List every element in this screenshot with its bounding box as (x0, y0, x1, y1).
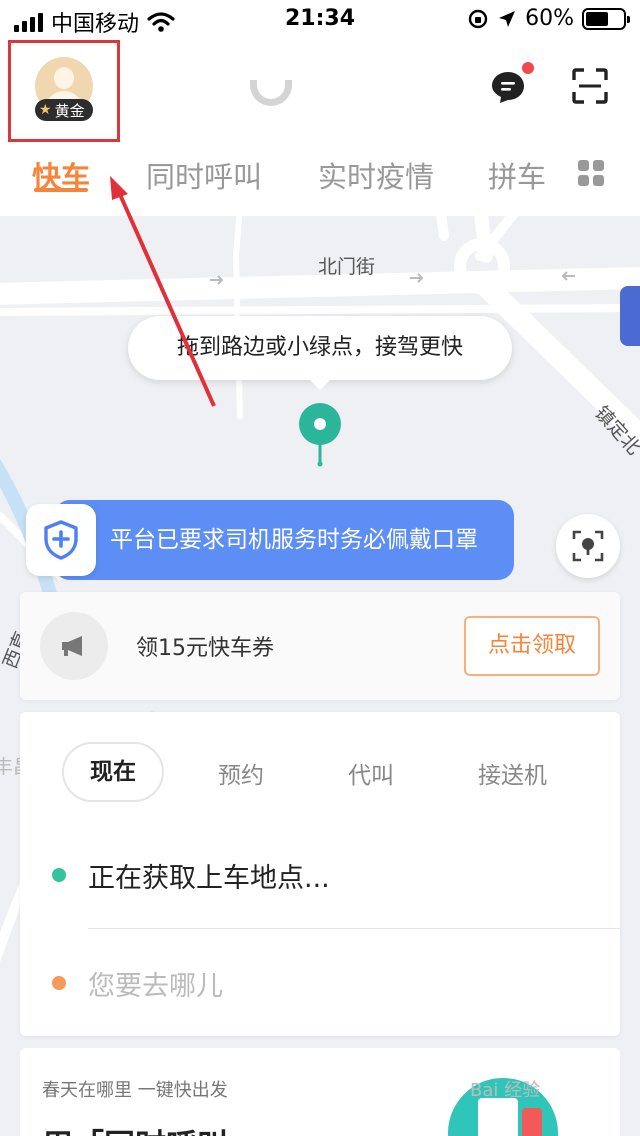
location-arrow-icon (499, 10, 516, 27)
status-bar: 中国移动 21:34 60% (0, 0, 640, 40)
divider (88, 928, 620, 929)
battery-icon (582, 7, 630, 30)
claim-coupon-button[interactable]: 点击领取 (464, 616, 600, 676)
pickup-tooltip: 拖到路边或小绿点，接驾更快 (128, 316, 512, 390)
active-tab-indicator (34, 188, 88, 192)
road-shield-sign (620, 286, 640, 346)
notification-dot (522, 62, 534, 74)
tab-now[interactable]: 现在 (62, 742, 164, 802)
street-label-beimen: 北门街 (318, 256, 376, 278)
battery-percent: 60% (525, 6, 574, 31)
tab-multi-call[interactable]: 同时呼叫 (146, 154, 262, 196)
member-badge[interactable]: ★ 黄金 (35, 99, 93, 121)
tab-reserve[interactable]: 预约 (218, 756, 264, 790)
destination-dot (52, 976, 66, 990)
promo-subtitle: 春天在哪里 一键快出发 (42, 1080, 228, 1101)
tab-carpool[interactable]: 拼车 (488, 154, 546, 196)
locate-button[interactable] (556, 514, 620, 578)
tab-airport[interactable]: 接送机 (478, 756, 547, 790)
pickup-field[interactable]: 正在获取上车地点... (88, 856, 330, 895)
pickup-dot (52, 868, 66, 882)
tab-call-for-others[interactable]: 代叫 (348, 756, 394, 790)
coupon-card: 领15元快车券 点击领取 (20, 592, 620, 700)
locate-icon (572, 530, 604, 562)
mask-notice-banner[interactable]: 平台已要求司机服务时务必佩戴口罩 (54, 500, 514, 580)
megaphone-icon (62, 636, 82, 656)
app-header: ★ 黄金 快车 同时呼叫 实时疫情 拼车 (0, 40, 640, 216)
grid-icon[interactable] (578, 160, 604, 186)
promo-title: 用「同时呼叫」 (42, 1120, 259, 1136)
destination-field[interactable]: 您要去哪儿 (88, 964, 223, 1003)
didi-logo (250, 80, 292, 106)
rotation-lock-icon (468, 9, 488, 28)
shield-plus-icon-box (26, 504, 96, 576)
shield-plus-icon (44, 520, 78, 560)
pickup-pin-icon[interactable] (298, 402, 342, 468)
scan-icon[interactable] (572, 68, 608, 104)
map-view[interactable]: 北门街 镇定北 西直 丰昌 拖到路边或小绿点，接驾更快 平台已要求司机服务时务必… (0, 216, 640, 1136)
service-tabs: 快车 同时呼叫 实时疫情 拼车 (0, 154, 640, 194)
message-icon[interactable] (490, 70, 526, 104)
megaphone-icon-wrap (40, 612, 108, 680)
order-card: 现在 预约 代叫 接送机 正在获取上车地点... 您要去哪儿 (20, 712, 620, 1036)
watermark: Bai 经验 (470, 1080, 541, 1101)
mask-notice-text: 平台已要求司机服务时务必佩戴口罩 (110, 527, 478, 553)
member-badge-label: 黄金 (54, 101, 85, 120)
star-icon: ★ (39, 102, 52, 118)
avatar-highlight-box: ★ 黄金 (8, 40, 120, 142)
coupon-text: 领15元快车券 (136, 636, 274, 661)
tab-epidemic[interactable]: 实时疫情 (318, 154, 434, 196)
